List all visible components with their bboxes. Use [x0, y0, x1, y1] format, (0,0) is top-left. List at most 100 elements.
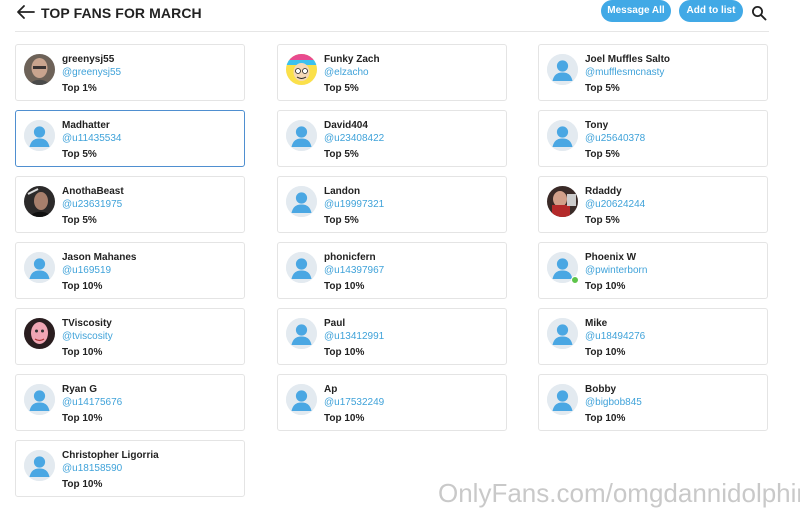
fan-handle-link[interactable]: @u17532249 [324, 397, 384, 408]
fan-name[interactable]: Ap [324, 384, 337, 395]
fan-handle-link[interactable]: @u20624244 [585, 199, 645, 210]
default-avatar-icon[interactable] [547, 384, 578, 415]
fan-name[interactable]: Rdaddy [585, 186, 622, 197]
default-avatar-icon[interactable] [24, 450, 55, 481]
fan-rank: Top 10% [324, 413, 365, 424]
fan-handle-link[interactable]: @mufflesmcnasty [585, 67, 664, 78]
fan-name[interactable]: Funky Zach [324, 54, 380, 65]
fan-rank: Top 5% [324, 83, 359, 94]
fan-handle-link[interactable]: @u14175676 [62, 397, 122, 408]
header-divider [15, 31, 769, 32]
fan-name[interactable]: David404 [324, 120, 368, 131]
fan-name[interactable]: Paul [324, 318, 345, 329]
fan-handle-link[interactable]: @greenysj55 [62, 67, 121, 78]
fan-handle-link[interactable]: @u23631975 [62, 199, 122, 210]
add-to-list-button[interactable]: Add to list [679, 0, 743, 22]
page-title: TOP FANS FOR MARCH [41, 5, 202, 21]
default-avatar-icon[interactable] [547, 54, 578, 85]
default-avatar-icon[interactable] [547, 120, 578, 151]
fan-name[interactable]: Jason Mahanes [62, 252, 136, 263]
fan-card[interactable]: Rdaddy @u20624244 Top 5% [538, 176, 768, 233]
fan-card[interactable]: Joel Muffles Salto @mufflesmcnasty Top 5% [538, 44, 768, 101]
fan-rank: Top 10% [62, 347, 103, 358]
fan-rank: Top 5% [62, 149, 97, 160]
fan-handle-link[interactable]: @u23408422 [324, 133, 384, 144]
fan-name[interactable]: Joel Muffles Salto [585, 54, 670, 65]
fan-rank: Top 5% [62, 215, 97, 226]
fan-name[interactable]: Madhatter [62, 120, 110, 131]
fan-name[interactable]: Mike [585, 318, 607, 329]
fan-name[interactable]: Tony [585, 120, 608, 131]
fan-rank: Top 5% [324, 149, 359, 160]
back-arrow-icon[interactable] [16, 4, 36, 20]
page-header: TOP FANS FOR MARCH Message All Add to li… [0, 0, 800, 32]
fan-card[interactable]: David404 @u23408422 Top 5% [277, 110, 507, 167]
default-avatar-icon[interactable] [286, 384, 317, 415]
fan-name[interactable]: Ryan G [62, 384, 97, 395]
fan-card[interactable]: Ap @u17532249 Top 10% [277, 374, 507, 431]
fan-name[interactable]: phonicfern [324, 252, 376, 263]
fan-card[interactable]: Phoenix W @pwinterborn Top 10% [538, 242, 768, 299]
fan-handle-link[interactable]: @u18158590 [62, 463, 122, 474]
fan-card[interactable]: Jason Mahanes @u169519 Top 10% [15, 242, 245, 299]
fan-handle-link[interactable]: @tviscosity [62, 331, 113, 342]
default-avatar-icon[interactable] [24, 384, 55, 415]
fan-handle-link[interactable]: @u18494276 [585, 331, 645, 342]
fan-rank: Top 10% [585, 413, 626, 424]
fan-name[interactable]: Landon [324, 186, 360, 197]
fan-handle-link[interactable]: @bigbob845 [585, 397, 642, 408]
fan-rank: Top 10% [585, 347, 626, 358]
avatar[interactable] [24, 318, 55, 349]
fan-card[interactable]: AnothaBeast @u23631975 Top 5% [15, 176, 245, 233]
avatar[interactable] [24, 186, 55, 217]
fan-rank: Top 10% [62, 281, 103, 292]
default-avatar-icon[interactable] [286, 252, 317, 283]
fan-card[interactable]: Ryan G @u14175676 Top 10% [15, 374, 245, 431]
default-avatar-icon[interactable] [547, 318, 578, 349]
fan-card[interactable]: Madhatter @u11435534 Top 5% [15, 110, 245, 167]
fan-name[interactable]: Christopher Ligorria [62, 450, 159, 461]
fan-name[interactable]: TViscosity [62, 318, 112, 329]
default-avatar-icon[interactable] [286, 318, 317, 349]
fan-handle-link[interactable]: @u14397967 [324, 265, 384, 276]
fan-handle-link[interactable]: @u11435534 [62, 133, 121, 144]
fan-handle-link[interactable]: @pwinterborn [585, 265, 647, 276]
fan-handle-link[interactable]: @u19997321 [324, 199, 384, 210]
avatar[interactable] [286, 54, 317, 85]
message-all-button[interactable]: Message All [601, 0, 671, 22]
fan-rank: Top 5% [324, 215, 359, 226]
fan-name[interactable]: greenysj55 [62, 54, 114, 65]
fan-rank: Top 10% [62, 413, 103, 424]
fan-card[interactable]: Mike @u18494276 Top 10% [538, 308, 768, 365]
default-avatar-icon[interactable] [286, 120, 317, 151]
fan-name[interactable]: AnothaBeast [62, 186, 124, 197]
fan-handle-link[interactable]: @elzacho [324, 67, 369, 78]
fan-card[interactable]: Funky Zach @elzacho Top 5% [277, 44, 507, 101]
search-icon[interactable] [751, 5, 767, 21]
fan-card[interactable]: Tony @u25640378 Top 5% [538, 110, 768, 167]
fan-card[interactable]: Christopher Ligorria @u18158590 Top 10% [15, 440, 245, 497]
avatar[interactable] [547, 186, 578, 217]
fan-rank: Top 5% [585, 83, 620, 94]
fan-card[interactable]: Bobby @bigbob845 Top 10% [538, 374, 768, 431]
default-avatar-icon[interactable] [24, 252, 55, 283]
fan-rank: Top 10% [62, 479, 103, 490]
fan-card[interactable]: Landon @u19997321 Top 5% [277, 176, 507, 233]
fan-handle-link[interactable]: @u25640378 [585, 133, 645, 144]
fan-handle-link[interactable]: @u13412991 [324, 331, 384, 342]
fan-handle-link[interactable]: @u169519 [62, 265, 111, 276]
fan-card[interactable]: phonicfern @u14397967 Top 10% [277, 242, 507, 299]
avatar[interactable] [24, 54, 55, 85]
fan-name[interactable]: Phoenix W [585, 252, 636, 263]
fan-rank: Top 10% [324, 347, 365, 358]
fan-rank: Top 5% [585, 215, 620, 226]
fan-name[interactable]: Bobby [585, 384, 616, 395]
fan-card[interactable]: Paul @u13412991 Top 10% [277, 308, 507, 365]
watermark: OnlyFans.com/omgdannidolphin [438, 478, 800, 508]
fan-rank: Top 10% [324, 281, 365, 292]
default-avatar-icon[interactable] [24, 120, 55, 151]
fan-card[interactable]: greenysj55 @greenysj55 Top 1% [15, 44, 245, 101]
default-avatar-icon[interactable] [286, 186, 317, 217]
fan-card[interactable]: TViscosity @tviscosity Top 10% [15, 308, 245, 365]
online-status-icon [571, 276, 579, 284]
